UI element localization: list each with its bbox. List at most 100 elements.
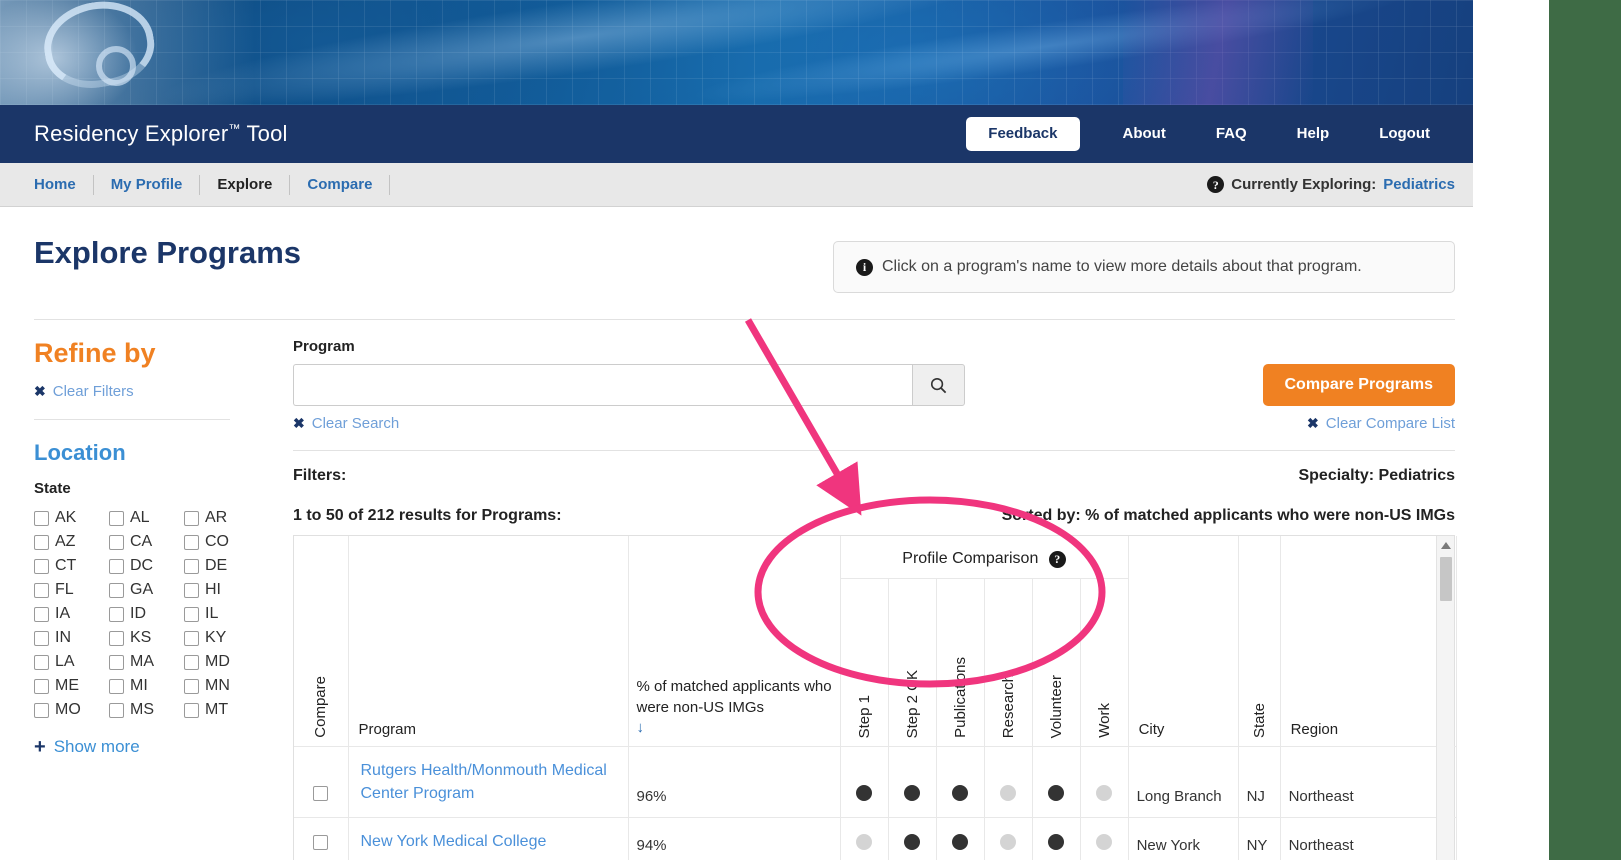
- show-more-states-button[interactable]: + Show more: [34, 737, 140, 757]
- state-checkbox-ak[interactable]: AK: [34, 509, 109, 527]
- checkbox-icon[interactable]: [34, 583, 49, 598]
- checkbox-icon[interactable]: [34, 535, 49, 550]
- search-icon: [929, 376, 948, 395]
- checkbox-icon[interactable]: [109, 583, 124, 598]
- checkbox-icon[interactable]: [34, 511, 49, 526]
- checkbox-icon[interactable]: [184, 559, 199, 574]
- checkbox-icon[interactable]: [109, 631, 124, 646]
- checkbox-icon[interactable]: [109, 655, 124, 670]
- th-region[interactable]: Region: [1280, 536, 1438, 747]
- nav-faq[interactable]: FAQ: [1191, 105, 1272, 163]
- checkbox-icon[interactable]: [184, 583, 199, 598]
- state-checkbox-ky[interactable]: KY: [184, 629, 259, 647]
- state-checkbox-de[interactable]: DE: [184, 557, 259, 575]
- compare-area: Compare Programs: [1263, 364, 1456, 406]
- sidebar-item-compare[interactable]: Compare: [290, 175, 390, 195]
- currently-exploring: ? Currently Exploring: Pediatrics: [1207, 176, 1455, 193]
- checkbox-icon[interactable]: [34, 559, 49, 574]
- th-volunteer[interactable]: Volunteer: [1032, 579, 1080, 747]
- clear-filters-button[interactable]: ✖ Clear Filters: [34, 383, 134, 400]
- program-link[interactable]: Rutgers Health/Monmouth Medical Center P…: [361, 762, 607, 802]
- checkbox-icon[interactable]: [184, 703, 199, 718]
- state-checkbox-ks[interactable]: KS: [109, 629, 184, 647]
- nav-about[interactable]: About: [1098, 105, 1191, 163]
- clear-compare-list-button[interactable]: ✖ Clear Compare List: [1307, 415, 1455, 432]
- th-work[interactable]: Work: [1080, 579, 1128, 747]
- scroll-up-icon[interactable]: [1441, 542, 1451, 549]
- checkbox-icon[interactable]: [109, 607, 124, 622]
- search-input[interactable]: [293, 364, 912, 406]
- state-checkbox-ma[interactable]: MA: [109, 653, 184, 671]
- compare-programs-button[interactable]: Compare Programs: [1263, 364, 1456, 406]
- checkbox-icon[interactable]: [184, 679, 199, 694]
- state-checkbox-ct[interactable]: CT: [34, 557, 109, 575]
- feedback-button[interactable]: Feedback: [966, 117, 1079, 151]
- state-checkbox-az[interactable]: AZ: [34, 533, 109, 551]
- sorted-by-label: Sorted by: % of matched applicants who w…: [1002, 507, 1455, 525]
- checkbox-icon[interactable]: [34, 655, 49, 670]
- th-step-2-ck-label: Step 2 CK: [904, 670, 921, 738]
- state-checkbox-mi[interactable]: MI: [109, 677, 184, 695]
- state-checkbox-co[interactable]: CO: [184, 533, 259, 551]
- checkbox-icon[interactable]: [184, 655, 199, 670]
- top-nav: Feedback About FAQ Help Logout: [966, 105, 1455, 163]
- state-checkbox-in[interactable]: IN: [34, 629, 109, 647]
- state-checkbox-ca[interactable]: CA: [109, 533, 184, 551]
- state-checkbox-ga[interactable]: GA: [109, 581, 184, 599]
- table-scrollbar[interactable]: [1436, 536, 1454, 860]
- scrollbar-thumb[interactable]: [1440, 557, 1452, 601]
- state-checkbox-al[interactable]: AL: [109, 509, 184, 527]
- sidebar-item-explore[interactable]: Explore: [200, 175, 290, 195]
- checkbox-icon[interactable]: [184, 511, 199, 526]
- state-checkbox-mt[interactable]: MT: [184, 701, 259, 719]
- profile-dot-light-icon: [1000, 834, 1016, 850]
- checkbox-icon[interactable]: [109, 559, 124, 574]
- state-checkbox-ar[interactable]: AR: [184, 509, 259, 527]
- state-checkbox-dc[interactable]: DC: [109, 557, 184, 575]
- nav-logout[interactable]: Logout: [1354, 105, 1455, 163]
- state-checkbox-fl[interactable]: FL: [34, 581, 109, 599]
- checkbox-icon[interactable]: [109, 511, 124, 526]
- close-icon: ✖: [34, 383, 46, 400]
- state-label-mi: MI: [130, 677, 148, 695]
- question-circle-icon[interactable]: ?: [1049, 551, 1066, 568]
- checkbox-icon[interactable]: [109, 535, 124, 550]
- th-research[interactable]: Research: [984, 579, 1032, 747]
- state-checkbox-md[interactable]: MD: [184, 653, 259, 671]
- row-compare-checkbox[interactable]: [313, 835, 328, 850]
- currently-exploring-specialty[interactable]: Pediatrics: [1383, 176, 1455, 193]
- th-publications[interactable]: Publications: [936, 579, 984, 747]
- th-city[interactable]: City: [1128, 536, 1238, 747]
- checkbox-icon[interactable]: [109, 703, 124, 718]
- checkbox-icon[interactable]: [34, 631, 49, 646]
- th-step-2-ck[interactable]: Step 2 CK: [888, 579, 936, 747]
- checkbox-icon[interactable]: [34, 703, 49, 718]
- state-checkbox-me[interactable]: ME: [34, 677, 109, 695]
- checkbox-icon[interactable]: [109, 679, 124, 694]
- checkbox-icon[interactable]: [34, 607, 49, 622]
- checkbox-icon[interactable]: [184, 535, 199, 550]
- state-checkbox-ia[interactable]: IA: [34, 605, 109, 623]
- checkbox-icon[interactable]: [34, 679, 49, 694]
- question-circle-icon[interactable]: ?: [1207, 176, 1224, 193]
- state-checkbox-hi[interactable]: HI: [184, 581, 259, 599]
- nav-help[interactable]: Help: [1272, 105, 1355, 163]
- search-button[interactable]: [912, 364, 965, 406]
- state-checkbox-id[interactable]: ID: [109, 605, 184, 623]
- state-checkbox-il[interactable]: IL: [184, 605, 259, 623]
- th-pct-non-us-img[interactable]: % of matched applicants who were non-US …: [628, 536, 840, 747]
- th-step-1[interactable]: Step 1: [840, 579, 888, 747]
- sidebar-item-my-profile[interactable]: My Profile: [94, 175, 201, 195]
- state-checkbox-ms[interactable]: MS: [109, 701, 184, 719]
- clear-search-button[interactable]: ✖ Clear Search: [293, 415, 399, 432]
- row-compare-checkbox[interactable]: [313, 786, 328, 801]
- checkbox-icon[interactable]: [184, 631, 199, 646]
- state-checkbox-mn[interactable]: MN: [184, 677, 259, 695]
- th-program[interactable]: Program: [348, 536, 628, 747]
- checkbox-icon[interactable]: [184, 607, 199, 622]
- program-link[interactable]: New York Medical College: [361, 833, 547, 850]
- sidebar-item-home[interactable]: Home: [34, 175, 94, 195]
- state-checkbox-mo[interactable]: MO: [34, 701, 109, 719]
- th-state[interactable]: State: [1238, 536, 1280, 747]
- state-checkbox-la[interactable]: LA: [34, 653, 109, 671]
